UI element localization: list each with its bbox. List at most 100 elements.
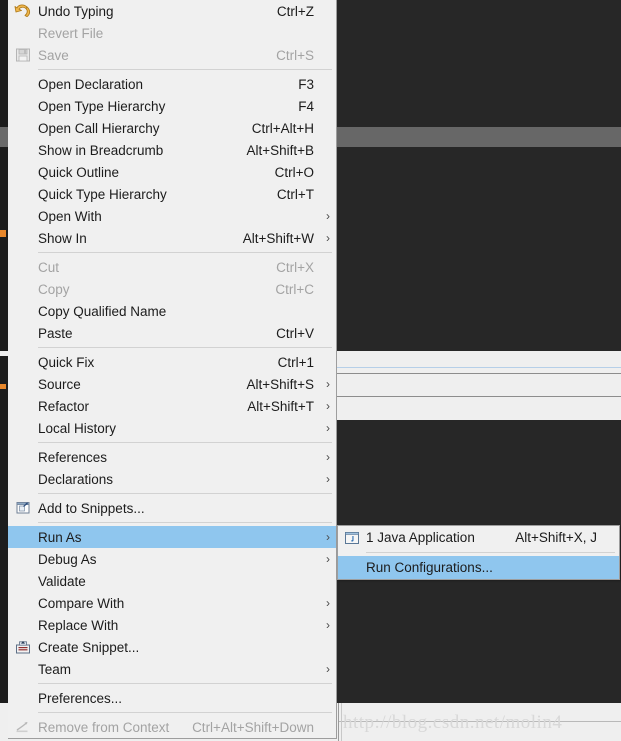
menu-item-quick-type-hierarchy[interactable]: Quick Type HierarchyCtrl+T› xyxy=(8,183,336,205)
menu-item-local-history[interactable]: Local History › xyxy=(8,417,336,439)
menu-item-shortcut: F4 xyxy=(298,98,314,114)
bottom-strip-left-edge xyxy=(338,703,339,741)
menu-item-label: Team xyxy=(38,661,72,677)
chevron-right-icon: › xyxy=(326,209,330,223)
menu-item-label: Source xyxy=(38,376,81,392)
chevron-right-icon: › xyxy=(326,472,330,486)
menu-item-add-to-snippets[interactable]: Add to Snippets...› xyxy=(8,497,336,519)
remove-context-icon xyxy=(14,719,32,735)
overview-ruler-warning-marker-2[interactable] xyxy=(0,384,6,389)
overview-ruler-thumb[interactable] xyxy=(0,127,8,147)
menu-item-icon-slot xyxy=(8,183,38,205)
menu-item-label: Quick Outline xyxy=(38,164,120,180)
ruler-strip-light-segment-2 xyxy=(0,703,8,741)
menu-item-label: Copy Qualified Name xyxy=(38,303,167,319)
create-snippet-icon xyxy=(14,639,32,655)
save-disk-icon xyxy=(14,47,32,63)
menu-item-open-declaration[interactable]: Open DeclarationF3› xyxy=(8,73,336,95)
menu-item-icon-slot xyxy=(8,373,38,395)
menu-item-undo-typing[interactable]: Undo TypingCtrl+Z› xyxy=(8,0,336,22)
menu-item-create-snippet[interactable]: Create Snippet...› xyxy=(8,636,336,658)
menu-item-open-with[interactable]: Open With › xyxy=(8,205,336,227)
menu-item-preferences[interactable]: Preferences...› xyxy=(8,687,336,709)
menu-item-label: Cut xyxy=(38,259,60,275)
menu-item-icon-slot xyxy=(8,22,38,44)
menu-item-declarations[interactable]: Declarations › xyxy=(8,468,336,490)
menu-item-icon-slot xyxy=(8,351,38,373)
menu-item-quick-outline[interactable]: Quick OutlineCtrl+O› xyxy=(8,161,336,183)
menu-item-label: Debug As xyxy=(38,551,97,567)
menu-item-copy-qualified-name[interactable]: Copy Qualified Name› xyxy=(8,300,336,322)
add-snippet-icon xyxy=(14,500,32,516)
menu-item-label: Local History xyxy=(38,420,117,436)
menu-item-icon-slot xyxy=(8,0,38,22)
menu-item-label: 1 Java Application xyxy=(366,530,475,545)
menu-item-label: Copy xyxy=(38,281,70,297)
menu-item-label: Save xyxy=(38,47,69,63)
menu-item-refactor[interactable]: Refactor Alt+Shift+T › xyxy=(8,395,336,417)
menu-item-icon-slot xyxy=(8,44,38,66)
menu-item-paste[interactable]: PasteCtrl+V› xyxy=(8,322,336,344)
menu-item-label: Preferences... xyxy=(38,690,123,706)
menu-item-run-as[interactable]: Run As › xyxy=(8,526,336,548)
bottom-strip-left-edge-2 xyxy=(341,703,342,741)
menu-item-cut: CutCtrl+X› xyxy=(8,256,336,278)
menu-item-label: Undo Typing xyxy=(38,3,114,19)
context-menu[interactable]: Undo TypingCtrl+Z› Revert File › Save Ctrl+S… xyxy=(8,0,337,739)
menu-item-label: Declarations xyxy=(38,471,114,487)
menu-item-icon-slot xyxy=(8,592,38,614)
menu-item-shortcut: Ctrl+1 xyxy=(277,354,314,370)
chevron-right-icon: › xyxy=(326,377,330,391)
menu-item-icon-slot xyxy=(8,417,38,439)
menu-item-label: Show In xyxy=(38,230,87,246)
menu-separator xyxy=(366,552,615,553)
menu-item-icon-slot xyxy=(8,256,38,278)
menu-item-run-configurations[interactable]: Run Configurations...› xyxy=(338,556,619,579)
menu-item-icon-slot xyxy=(8,95,38,117)
menu-item-shortcut: Alt+Shift+T xyxy=(247,398,314,414)
menu-item-label: Run Configurations... xyxy=(366,560,493,575)
menu-item-icon-slot xyxy=(8,300,38,322)
menu-item-references[interactable]: References › xyxy=(8,446,336,468)
menu-item-label: Revert File xyxy=(38,25,104,41)
menu-item-shortcut: Alt+Shift+S xyxy=(246,376,314,392)
chevron-right-icon: › xyxy=(326,530,330,544)
menu-item-icon-slot xyxy=(8,687,38,709)
menu-item-icon-slot xyxy=(8,227,38,249)
menu-item-label: Compare With xyxy=(38,595,125,611)
chevron-right-icon: › xyxy=(326,618,330,632)
menu-item-icon-slot xyxy=(8,614,38,636)
menu-item-icon-slot xyxy=(338,527,366,549)
overview-ruler-warning-marker[interactable] xyxy=(0,230,6,237)
menu-item-compare-with[interactable]: Compare With › xyxy=(8,592,336,614)
menu-item-shortcut: Ctrl+C xyxy=(275,281,314,297)
menu-item-show-in[interactable]: Show In Alt+Shift+W › xyxy=(8,227,336,249)
menu-item-replace-with[interactable]: Replace With › xyxy=(8,614,336,636)
menu-item-icon-slot xyxy=(8,636,38,658)
menu-separator xyxy=(38,493,332,494)
menu-item-open-call-hierarchy[interactable]: Open Call HierarchyCtrl+Alt+H› xyxy=(8,117,336,139)
menu-item-icon-slot xyxy=(8,278,38,300)
chevron-right-icon: › xyxy=(326,450,330,464)
menu-item-open-type-hierarchy[interactable]: Open Type HierarchyF4› xyxy=(8,95,336,117)
menu-item-label: Quick Type Hierarchy xyxy=(38,186,167,202)
menu-item-1-java-application[interactable]: 1 Java ApplicationAlt+Shift+X, J› xyxy=(338,526,619,549)
menu-item-validate[interactable]: Validate› xyxy=(8,570,336,592)
menu-item-shortcut: Ctrl+S xyxy=(276,47,314,63)
chevron-right-icon: › xyxy=(326,662,330,676)
menu-item-team[interactable]: Team › xyxy=(8,658,336,680)
menu-item-debug-as[interactable]: Debug As › xyxy=(8,548,336,570)
menu-item-shortcut: Alt+Shift+B xyxy=(246,142,314,158)
menu-item-quick-fix[interactable]: Quick FixCtrl+1› xyxy=(8,351,336,373)
menu-item-show-in-breadcrumb[interactable]: Show in BreadcrumbAlt+Shift+B› xyxy=(8,139,336,161)
run-as-submenu[interactable]: 1 Java ApplicationAlt+Shift+X, J›Run Con… xyxy=(337,525,620,580)
menu-separator xyxy=(38,69,332,70)
menu-item-icon-slot xyxy=(8,161,38,183)
menu-item-icon-slot xyxy=(8,548,38,570)
menu-item-shortcut: Alt+Shift+X, J xyxy=(515,530,597,545)
menu-item-source[interactable]: Source Alt+Shift+S › xyxy=(8,373,336,395)
overview-ruler-strip[interactable] xyxy=(0,0,8,741)
ruler-strip-light-segment xyxy=(0,351,8,356)
menu-item-label: Open With xyxy=(38,208,102,224)
menu-item-icon-slot xyxy=(338,557,366,579)
